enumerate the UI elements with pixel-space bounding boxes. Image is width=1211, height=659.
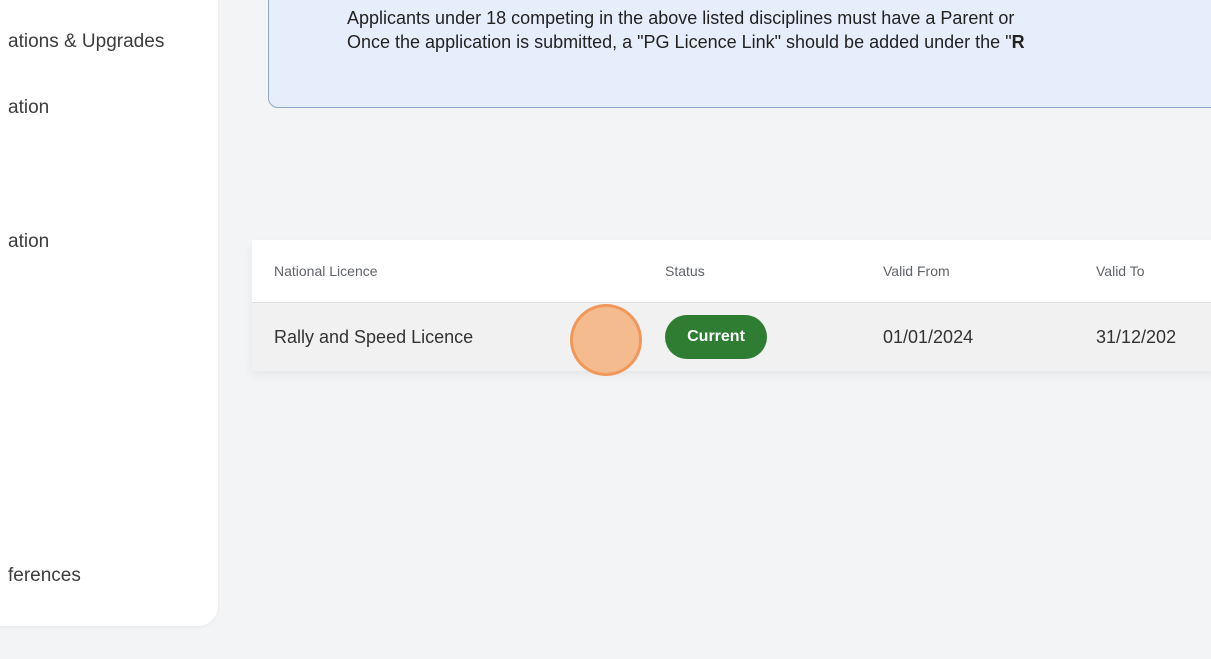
sidebar-item-references[interactable]: ferences [8, 565, 81, 587]
sidebar-item-ation-2[interactable]: ation [8, 231, 49, 253]
info-notice: Applicants under 18 competing in the abo… [268, 0, 1211, 108]
notice-line-1: Applicants under 18 competing in the abo… [347, 8, 1015, 28]
column-header-status: Status [665, 263, 705, 279]
status-badge: Current [665, 315, 767, 359]
notice-line-2: Once the application is submitted, a "PG… [347, 31, 1025, 53]
valid-to-date: 31/12/202 [1096, 327, 1177, 347]
click-indicator [570, 304, 642, 376]
licence-name: Rally and Speed Licence [274, 327, 474, 347]
sidebar-item-ation[interactable]: ation [8, 97, 49, 119]
sidebar-nav: ations & Upgrades ation ation ferences [0, 0, 218, 626]
licence-table: National Licence Status Valid From Valid… [252, 240, 1211, 371]
notice-line-2-text: Once the application is submitted, a "PG… [347, 32, 1012, 52]
column-header-valid-to: Valid To [1096, 263, 1145, 279]
table-row[interactable]: Rally and Speed Licence Current 01/01/20… [252, 302, 1211, 371]
notice-line-2-bold: R [1011, 32, 1025, 52]
column-header-national-licence: National Licence [274, 263, 378, 279]
valid-from-date: 01/01/2024 [883, 327, 974, 347]
sidebar-item-applications-upgrades[interactable]: ations & Upgrades [8, 31, 164, 53]
column-header-valid-from: Valid From [883, 263, 950, 279]
